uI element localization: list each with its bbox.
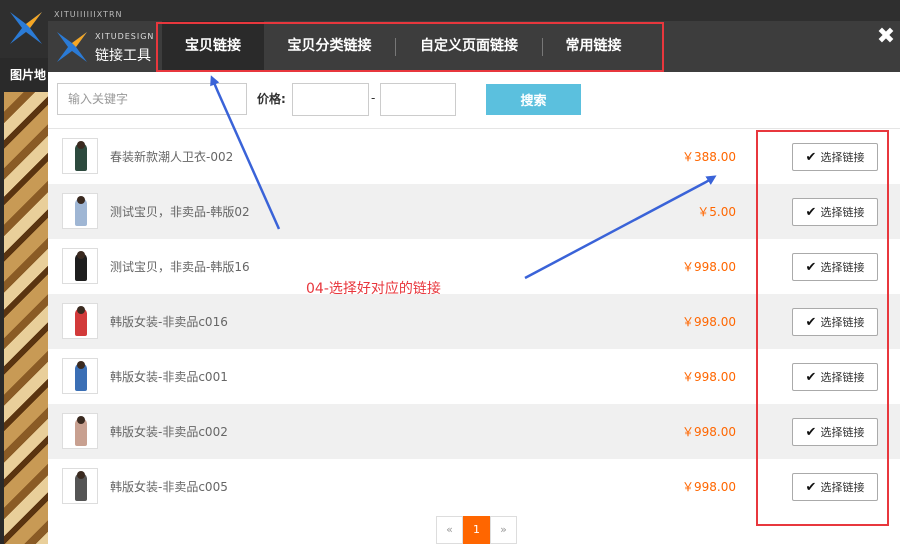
item-thumbnail: [62, 138, 98, 174]
prev-page-button[interactable]: «: [436, 516, 463, 544]
next-page-button[interactable]: »: [490, 516, 517, 544]
price-min-input[interactable]: [292, 83, 369, 116]
item-price: ￥998.00: [682, 260, 736, 274]
close-icon[interactable]: ✖: [874, 25, 898, 49]
price-label: 价格:: [257, 92, 286, 106]
price-max-input[interactable]: [380, 83, 456, 116]
item-name: 韩版女装-非卖品c005: [110, 480, 228, 494]
brand-title: 链接工具: [95, 48, 151, 64]
item-name: 韩版女装-非卖品c001: [110, 370, 228, 384]
search-button[interactable]: 搜索: [486, 84, 581, 115]
annotation-tabs-highlight: [156, 22, 664, 72]
item-name: 测试宝贝，非卖品-韩版02: [110, 205, 250, 219]
item-name: 春装新款潮人卫衣-002: [110, 150, 234, 164]
item-name: 韩版女装-非卖品c002: [110, 425, 228, 439]
site-logo-icon: [10, 12, 42, 44]
item-thumbnail: [62, 193, 98, 229]
item-price: ￥998.00: [682, 370, 736, 384]
item-price: ￥998.00: [682, 315, 736, 329]
item-name: 韩版女装-非卖品c016: [110, 315, 228, 329]
item-price: ￥388.00: [682, 150, 736, 164]
background-left-panel: 图片地: [0, 58, 48, 544]
item-price: ￥998.00: [682, 425, 736, 439]
price-separator: -: [371, 91, 376, 105]
item-thumbnail: [62, 248, 98, 284]
item-price: ￥998.00: [682, 480, 736, 494]
item-name: 测试宝贝，非卖品-韩版16: [110, 260, 250, 274]
pagination: « 1 »: [436, 516, 517, 544]
background-left-label: 图片地: [10, 68, 47, 82]
page-button-current[interactable]: 1: [463, 516, 490, 544]
annotation-text: 04-选择好对应的链接: [306, 281, 441, 297]
brand-small-text: XITUDESIGN: [95, 32, 155, 41]
brand-logo-icon: [57, 32, 87, 62]
annotation-buttons-highlight: [756, 130, 889, 526]
search-bar: 价格: - 搜索: [48, 72, 900, 128]
site-logo-text: XITUIIIIIIXTRN: [54, 10, 123, 19]
keyword-input[interactable]: [57, 83, 247, 115]
background-image: [4, 92, 48, 544]
item-price: ￥5.00: [697, 205, 736, 219]
item-thumbnail: [62, 358, 98, 394]
item-thumbnail: [62, 413, 98, 449]
item-thumbnail: [62, 468, 98, 504]
item-thumbnail: [62, 303, 98, 339]
